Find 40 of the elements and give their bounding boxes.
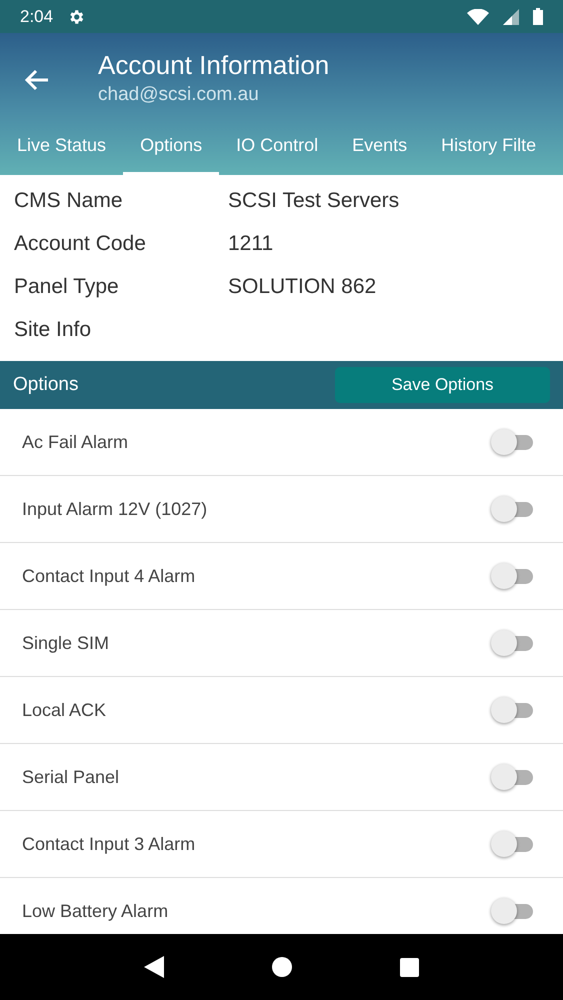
section-title: Options: [13, 372, 78, 397]
account-email: chad@scsi.com.au: [98, 82, 260, 107]
tab[interactable]: History Filte: [424, 118, 554, 175]
tab[interactable]: Events: [335, 118, 424, 175]
info-value: SCSI Test Servers: [228, 188, 400, 214]
info-label: CMS Name: [14, 188, 124, 214]
wifi-icon: [467, 8, 489, 24]
toggle-switch[interactable]: [491, 429, 535, 455]
home-icon[interactable]: [272, 957, 292, 977]
info-value: 1211: [228, 230, 274, 257]
option-label: Contact Input 3 Alarm: [22, 832, 196, 856]
toggle-switch[interactable]: [491, 764, 535, 790]
screen-title: Account Information: [98, 50, 330, 81]
option-label: Low Battery Alarm: [22, 900, 168, 923]
recents-icon[interactable]: [400, 958, 419, 976]
info-value: SOLUTION 862: [228, 274, 376, 300]
tab[interactable]: IO Control: [219, 118, 336, 175]
toggle-switch[interactable]: [491, 563, 535, 589]
back-icon[interactable]: [144, 956, 164, 978]
toggle-switch[interactable]: [491, 496, 535, 522]
option-label: Contact Input 4 Alarm: [22, 564, 196, 588]
info-label: Account Code: [14, 230, 147, 257]
info-label: Site Info: [14, 316, 92, 343]
toggle-switch[interactable]: [491, 898, 535, 924]
option-label: Local ACK: [22, 698, 106, 722]
toggle-switch[interactable]: [491, 630, 535, 656]
option-label: Input Alarm 12V (1027): [22, 498, 208, 521]
option-label: Single SIM: [22, 632, 110, 655]
back-arrow-icon[interactable]: [24, 68, 50, 90]
toggle-switch[interactable]: [491, 697, 535, 723]
info-label: Panel Type: [14, 274, 120, 300]
signal-icon: [503, 8, 519, 24]
tab[interactable]: Options: [123, 118, 220, 175]
tab[interactable]: Live Status: [0, 118, 124, 175]
toggle-switch[interactable]: [491, 831, 535, 857]
status-time: 2:04: [20, 6, 54, 28]
battery-icon: [533, 8, 543, 25]
save-options-button[interactable]: Save Options: [335, 367, 550, 403]
option-label: Ac Fail Alarm: [22, 430, 128, 454]
option-label: Serial Panel: [22, 766, 120, 788]
